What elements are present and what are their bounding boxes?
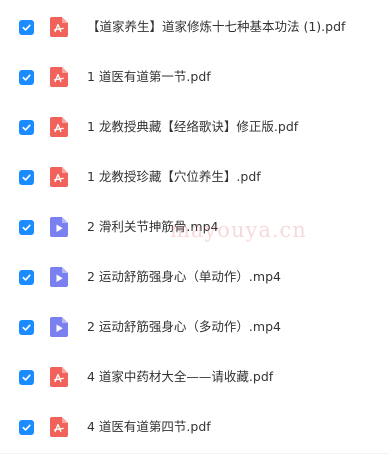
pdf-icon [50,367,68,387]
file-name[interactable]: 2 运动舒筋强身心（单动作）.mp4 [87,269,281,285]
checkbox-checked-icon[interactable] [19,119,34,135]
file-name[interactable]: 【道家养生】道家修炼十七种基本功法 (1).pdf [87,19,345,35]
file-row[interactable]: 1 道医有道第一节.pdf [0,52,389,102]
file-name[interactable]: 2 滑利关节抻筋骨.mp4 [87,219,218,235]
checkbox-checked-icon[interactable] [19,19,34,35]
checkbox-checked-icon[interactable] [19,269,34,285]
file-row[interactable]: 1 龙教授珍藏【穴位养生】.pdf [0,152,389,202]
file-name[interactable]: 4 道家中药材大全——请收藏.pdf [87,369,273,385]
file-row[interactable]: 2 滑利关节抻筋骨.mp4 [0,202,389,252]
checkbox-checked-icon[interactable] [19,419,34,435]
file-row[interactable]: 1 龙教授典藏【经络歌诀】修正版.pdf [0,102,389,152]
video-icon [50,317,68,337]
file-name[interactable]: 4 道医有道第四节.pdf [87,419,211,435]
file-row[interactable]: 2 运动舒筋强身心（单动作）.mp4 [0,252,389,302]
file-name[interactable]: 1 龙教授珍藏【穴位养生】.pdf [87,169,261,185]
file-list: 【道家养生】道家修炼十七种基本功法 (1).pdf 1 道医有道第一节.pdf … [0,0,389,458]
pdf-icon [50,417,68,437]
checkbox-checked-icon[interactable] [19,219,34,235]
checkbox-checked-icon[interactable] [19,169,34,185]
file-row[interactable]: 【道家养生】道家修炼十七种基本功法 (1).pdf [0,2,389,52]
file-row[interactable]: 2 运动舒筋强身心（多动作）.mp4 [0,302,389,352]
file-name[interactable]: 1 道医有道第一节.pdf [87,69,211,85]
pdf-icon [50,17,68,37]
pdf-icon [50,117,68,137]
checkbox-checked-icon[interactable] [19,369,34,385]
file-name[interactable]: 2 运动舒筋强身心（多动作）.mp4 [87,319,281,335]
divider [0,453,389,454]
file-row[interactable]: 4 道医有道第四节.pdf [0,402,389,452]
video-icon [50,267,68,287]
pdf-icon [50,167,68,187]
checkbox-checked-icon[interactable] [19,319,34,335]
pdf-icon [50,67,68,87]
file-name[interactable]: 1 龙教授典藏【经络歌诀】修正版.pdf [87,119,298,135]
checkbox-checked-icon[interactable] [19,69,34,85]
file-row[interactable]: 4 道家中药材大全——请收藏.pdf [0,352,389,402]
video-icon [50,217,68,237]
